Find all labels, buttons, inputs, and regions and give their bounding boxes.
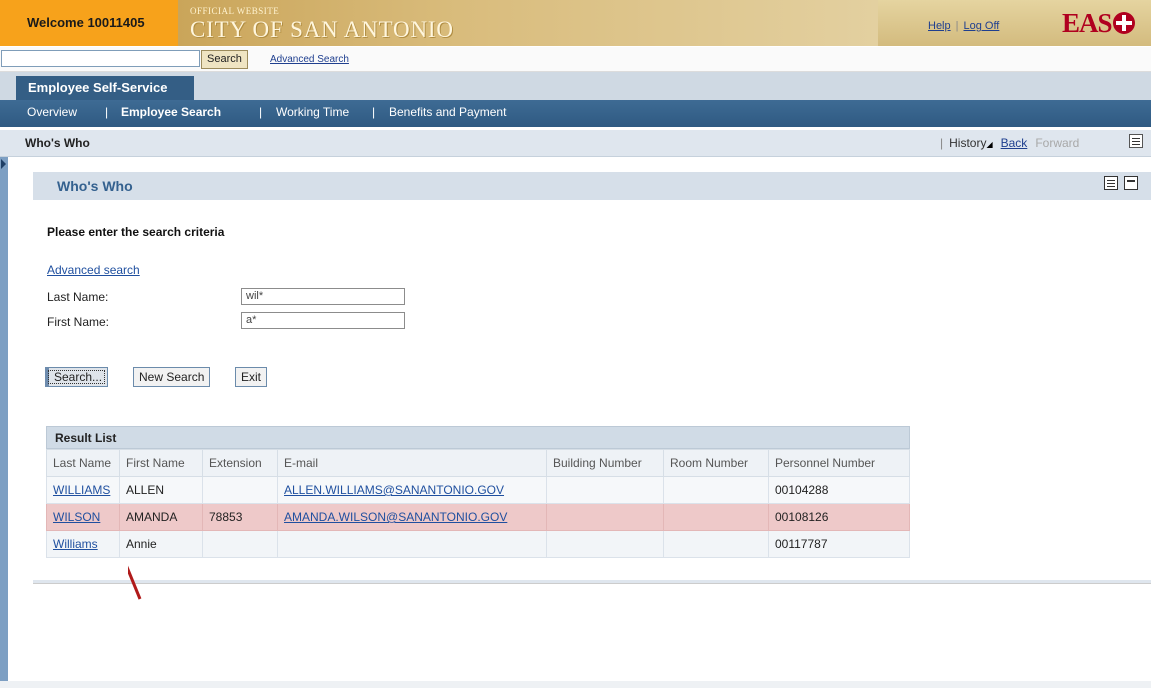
welcome-label: Welcome 10011405	[0, 0, 178, 46]
logo-cross-icon	[1112, 12, 1135, 34]
history-dropdown-icon[interactable]: ◢	[986, 140, 992, 149]
column-header[interactable]: Room Number	[663, 449, 769, 477]
top-header: Welcome 10011405 OFFICIAL WEBSITE CITY O…	[0, 0, 1151, 46]
forward-link[interactable]: Forward	[1035, 136, 1079, 150]
room-cell	[663, 476, 769, 504]
minimize-icon[interactable]	[1124, 176, 1138, 190]
first-name-cell: ALLEN	[119, 476, 203, 504]
personnel-number-cell: 00108126	[768, 503, 910, 531]
whos-who-panel: Who's Who Please enter the search criter…	[33, 172, 1151, 600]
nav-separator: |	[372, 105, 376, 119]
exit-button[interactable]: Exit	[235, 367, 268, 387]
table-header-row: Last Name First Name Extension E-mail Bu…	[46, 449, 910, 477]
official-website-text: OFFICIAL WEBSITE	[190, 6, 280, 16]
footer-rule	[0, 681, 1151, 688]
email-link[interactable]: AMANDA.WILSON@SANANTONIO.GOV	[284, 510, 507, 524]
column-header[interactable]: Building Number	[546, 449, 664, 477]
first-name-label: First Name:	[47, 315, 110, 329]
history-navigation: | History◢ Back Forward	[940, 136, 1080, 150]
last-name-label: Last Name:	[47, 290, 109, 304]
column-header[interactable]: Personnel Number	[768, 449, 910, 477]
top-level-navigation: Employee Self-Service	[0, 72, 1151, 100]
global-search-bar: Search Advanced Search	[0, 47, 1151, 72]
back-link[interactable]: Back	[1001, 136, 1028, 150]
column-header[interactable]: Extension	[202, 449, 278, 477]
nav-separator: |	[105, 105, 109, 119]
page-title: Who's Who	[25, 136, 90, 150]
search-button[interactable]: Search	[201, 50, 248, 69]
advanced-search-link[interactable]: Advanced search	[47, 263, 140, 277]
panel-header: Who's Who	[33, 172, 1151, 200]
panel-title: Who's Who	[57, 178, 133, 194]
column-header[interactable]: Last Name	[46, 449, 120, 477]
page-menu-icon[interactable]	[1129, 134, 1143, 148]
eas-logo: EAS	[1062, 8, 1135, 39]
table-row-selected[interactable]: WILSON AMANDA 78853 AMANDA.WILSON@SANANT…	[46, 503, 910, 531]
annotation-arrow-icon	[128, 565, 142, 600]
search-submit-button[interactable]: Search...	[45, 367, 109, 387]
building-cell	[546, 503, 664, 531]
result-list-header: Result List	[46, 426, 910, 449]
city-name-logo: CITY OF SAN ANTONIO	[190, 17, 454, 42]
personnel-number-cell: 00117787	[768, 530, 910, 558]
building-cell	[546, 476, 664, 504]
first-name-input[interactable]: a*	[241, 312, 405, 329]
last-name-link[interactable]: Williams	[53, 537, 98, 551]
column-header[interactable]: First Name	[119, 449, 203, 477]
email-link[interactable]: ALLEN.WILLIAMS@SANANTONIO.GOV	[284, 483, 504, 497]
panel-menu-icon[interactable]	[1104, 176, 1118, 190]
first-name-cell: AMANDA	[119, 503, 203, 531]
personnel-number-cell: 00104288	[768, 476, 910, 504]
expand-arrow-icon	[1, 159, 6, 169]
extension-cell: 78853	[202, 503, 278, 531]
second-level-navigation: Overview | Employee Search | Working Tim…	[0, 100, 1151, 127]
top-links: Help | Log Off	[928, 20, 1000, 32]
room-cell	[663, 530, 769, 558]
result-list-title: Result List	[55, 431, 117, 445]
building-cell	[546, 530, 664, 558]
table-row[interactable]: WILLIAMS ALLEN ALLEN.WILLIAMS@SANANTONIO…	[46, 476, 910, 504]
navigation-panel-toggle[interactable]	[0, 157, 8, 688]
nav-separator: |	[259, 105, 263, 119]
nav-benefits-and-payment[interactable]: Benefits and Payment	[389, 105, 506, 119]
column-header[interactable]: E-mail	[277, 449, 547, 477]
nav-overview[interactable]: Overview	[27, 105, 77, 119]
advanced-search-link[interactable]: Advanced Search	[270, 54, 349, 65]
nav-working-time[interactable]: Working Time	[276, 105, 349, 119]
nav-employee-search[interactable]: Employee Search	[121, 105, 221, 119]
last-name-link[interactable]: WILSON	[53, 510, 100, 524]
new-search-button[interactable]: New Search	[133, 367, 211, 387]
search-instruction: Please enter the search criteria	[47, 225, 225, 239]
last-name-input[interactable]: wil*	[241, 288, 405, 305]
help-link[interactable]: Help	[928, 20, 951, 32]
extension-cell	[202, 530, 278, 558]
extension-cell	[202, 476, 278, 504]
room-cell	[663, 503, 769, 531]
search-input[interactable]	[1, 50, 200, 67]
page-title-bar: Who's Who | History◢ Back Forward	[0, 130, 1151, 157]
last-name-link[interactable]: WILLIAMS	[53, 483, 110, 497]
tab-employee-self-service[interactable]: Employee Self-Service	[16, 76, 194, 100]
logoff-link[interactable]: Log Off	[963, 20, 999, 32]
history-dropdown[interactable]: History	[949, 136, 986, 150]
